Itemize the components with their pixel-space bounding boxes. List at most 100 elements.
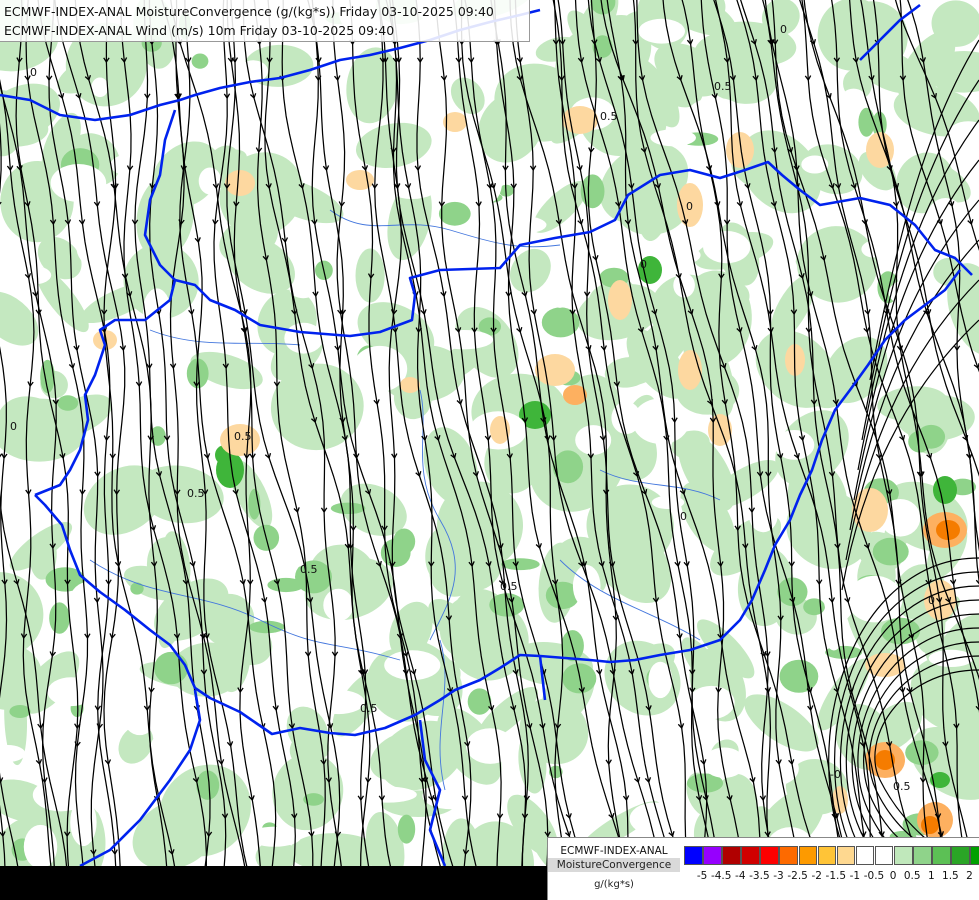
legend-tick-label: -4.5 [710,870,732,882]
contour-label: 0.5 [893,780,911,793]
legend-tick-label: -1.5 [825,870,847,882]
contour-label: -0 [830,768,841,781]
legend-swatch [741,846,760,865]
legend-tick-label: -2 [811,870,822,882]
neutral-area [550,276,601,291]
divergence-area [225,170,255,196]
map-area[interactable]: 0 0 0 0 0 0.5 0.5 0.5 0.5 0.5 0.5 0.5 0 0 0.5 -0 [0,0,979,900]
convergence-area [49,602,70,634]
neutral-area [651,495,685,509]
convergence-area [130,582,144,595]
legend-tick-label: -4 [735,870,746,882]
neutral-area [312,689,365,715]
legend-model: ECMWF-INDEX-ANAL [560,845,668,857]
neutral-area [449,53,502,75]
neutral-area [466,728,515,764]
contour-label: 0.5 [187,487,205,500]
neutral-area [70,581,108,616]
convergence-area [501,558,540,571]
contour-label: 0 [10,420,17,433]
color-legend: ECMWF-INDEX-ANAL MoistureConvergence g/(… [547,837,979,900]
neutral-area [434,330,494,350]
map-title-box: ECMWF-INDEX-ANAL MoistureConvergence (g/… [0,0,530,42]
legend-swatch [951,846,970,865]
neutral-area [136,711,181,730]
neutral-area [91,77,109,98]
title-wind: ECMWF-INDEX-ANAL Wind (m/s) 10m Friday 0… [4,23,395,38]
contour-label: 0 [780,23,787,36]
legend-tick-label: -3 [773,870,784,882]
convergence-area [803,598,825,616]
contour-label: 0 [30,66,37,79]
neutral-area [70,790,129,809]
neutral-area [661,245,701,265]
legend-swatch [798,846,818,865]
legend-swatch [722,846,741,865]
convergence-area [154,651,189,685]
legend-swatch [855,846,875,865]
neutral-area [47,677,95,707]
legend-swatch [874,846,894,865]
neutral-area [76,226,107,266]
legend-units: g/(kg*s) [594,879,634,890]
contour-label: 0.5 [300,563,318,576]
legend-field: MoistureConvergence [548,858,680,872]
legend-tick-label: -3.5 [749,870,770,882]
legend-tick-label: 1.5 [942,870,959,882]
contour-label: 0.5 [500,580,518,593]
convergence-area [905,740,939,765]
legend-tick-label: 0.5 [903,870,921,882]
legend-swatch [779,846,798,865]
neutral-area [632,398,690,445]
neutral-area [840,88,867,113]
legend-tick-label: -5 [696,870,708,882]
legend-swatch [932,846,951,865]
convergence-area [438,201,471,226]
legend-swatch [970,846,979,865]
convergence-area [397,814,416,844]
contour-label: 0 [686,200,693,213]
divergence-area [608,280,632,320]
neutral-area [801,155,829,174]
divergence-area [921,816,939,834]
neutral-area [115,676,145,698]
divergence-area [346,170,374,190]
title-moisture-convergence: ECMWF-INDEX-ANAL MoistureConvergence (g/… [4,4,494,19]
legend-swatches [684,846,979,865]
legend-ticks: -5 -4.5 -4 -3.5 -3 -2.5 -2 -1.5 -1 -0.5 0 0.5 1 1.5 2 [684,870,976,884]
neutral-area [110,153,154,177]
legend-swatch [836,846,856,865]
neutral-area [638,18,685,44]
divergence-area [400,377,420,393]
contour-label: 0.5 [360,702,378,715]
legend-swatch [760,846,779,865]
neutral-area [323,588,354,622]
convergence-area [248,620,285,634]
legend-swatch [894,846,913,865]
weather-map: 0 0 0 0 0 0.5 0.5 0.5 0.5 0.5 0.5 0.5 0 0 0.5 -0 [0,0,979,900]
neutral-area [847,575,903,623]
neutral-area [382,166,442,200]
neutral-area [687,685,735,720]
contour-label: 0 [640,258,647,271]
neutral-area [500,216,547,234]
neutral-area [925,198,966,243]
legend-tick-label: 1 [927,870,935,882]
neutral-area [359,786,417,803]
convergence-area [267,577,305,593]
convergence-area [57,395,79,411]
convergence-area [933,476,957,504]
contour-label: 0 [680,510,687,523]
convergence-area [858,107,875,137]
contour-label: 0.5 [600,110,618,123]
legend-swatch [684,846,703,865]
legend-tick-label: -2.5 [787,870,808,882]
neutral-area [7,515,29,535]
neutral-area [673,273,695,298]
legend-tick-label: 2 [966,870,973,882]
neutral-area [649,807,680,835]
convergence-area [330,502,366,514]
convergence-area [191,53,209,69]
contour-label: 0 [928,594,935,607]
contour-label: 0.5 [234,430,252,443]
